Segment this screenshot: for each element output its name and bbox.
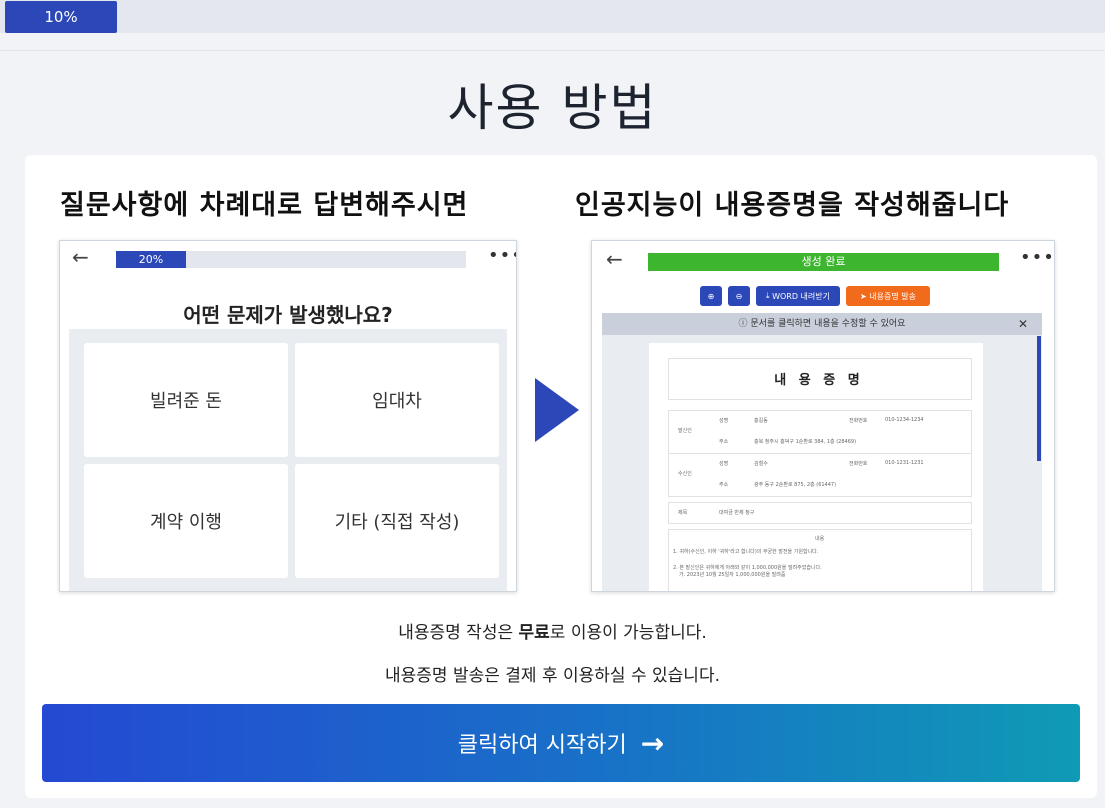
start-button-label: 클릭하여 시작하기 [457, 733, 627, 758]
sender-address: 충북 청주시 흥덕구 1순환로 384, 1층 (28469) [754, 439, 857, 445]
page-title: 사용 방법 [447, 79, 658, 137]
start-button[interactable]: 클릭하여 시작하기 → [42, 704, 1080, 782]
option-card: 계약 이행 [84, 464, 288, 578]
arrow-left-icon: ← [606, 247, 623, 271]
subject-text: 대여금 반제 청구 [719, 510, 755, 516]
word-download-button: ⤓ WORD 내려받기 [756, 286, 840, 306]
phone-label: 전화번호 [849, 418, 868, 424]
free-emphasis: 무료 [518, 623, 550, 643]
doc-title: 내 용 증 명 [774, 372, 864, 388]
edit-notice: ⓘ 문서를 클릭하면 내용을 수정할 수 있어요 [602, 313, 1042, 335]
send-icon: ➤ [860, 291, 870, 301]
close-icon: ✕ [1018, 317, 1029, 331]
question-text: 어떤 문제가 발생했나요? [183, 303, 393, 327]
receiver-box [668, 453, 972, 497]
zoom-in-icon: ⊕ [700, 286, 722, 306]
mini-progress-fill: 20% [116, 251, 186, 268]
option-card: 빌려준 돈 [84, 343, 288, 457]
options-area: 빌려준 돈 임대차 계약 이행 기타 (직접 작성) [69, 329, 507, 591]
zoom-out-icon: ⊖ [728, 286, 750, 306]
option-card: 기타 (직접 작성) [295, 464, 499, 578]
progress-fill: 10% [5, 1, 117, 33]
arrow-left-icon: ← [72, 245, 89, 269]
doc-toolbar: ⊕ ⊖ ⤓ WORD 내려받기 ➤ 내용증명 발송 [700, 286, 930, 306]
sender-label: 발신인 [678, 428, 692, 434]
receiver-name: 김철수 [754, 461, 768, 467]
more-icon: ••• [488, 245, 516, 266]
mini-progress-bar: 20% [116, 251, 466, 268]
name-label: 성명 [719, 461, 729, 467]
content-line: 2. 본 발신인은 귀하에게 아래와 같이 1,000,000원을 빌려주었습니… [673, 565, 822, 571]
top-bar: 10% [0, 0, 1105, 51]
receiver-label: 수신인 [678, 471, 692, 477]
address-label: 주소 [719, 439, 729, 445]
info-line-2: 내용증명 발송은 결제 후 이용하실 수 있습니다. [385, 666, 720, 686]
name-label: 성명 [719, 418, 729, 424]
result-screenshot: ← 생성 완료 ••• ⊕ ⊖ ⤓ WORD 내려받기 ➤ 내용증명 발송 ⓘ … [591, 240, 1055, 592]
info-icon: ⓘ [738, 319, 751, 329]
heading-left: 질문사항에 차례대로 답변해주시면 [60, 190, 469, 221]
play-arrow-icon [535, 378, 579, 442]
content-line: 가. 2023년 10월 25일자 1,000,000원을 빌려줌 [679, 572, 786, 578]
info-line-1: 내용증명 작성은 무료로 이용이 가능합니다. [398, 623, 707, 643]
content-label: 내용 [815, 536, 825, 542]
receiver-address: 광주 동구 2순환로 875, 2층 (61447) [754, 482, 837, 488]
question-screenshot: ← 20% ••• 어떤 문제가 발생했나요? 빌려준 돈 임대차 계약 이행 … [59, 240, 517, 592]
sender-box [668, 410, 972, 454]
send-button: ➤ 내용증명 발송 [846, 286, 930, 306]
sender-phone: 010-1234-1234 [885, 417, 924, 423]
progress-bar: 10% [0, 0, 1105, 33]
document-paper: 내 용 증 명 발신인 성명 홍길동 전화번호 010-1234-1234 주소… [649, 343, 983, 591]
scrollbar [1037, 336, 1041, 461]
more-icon: ••• [1020, 247, 1055, 268]
phone-label: 전화번호 [849, 461, 868, 467]
content-line: 1. 귀하(수신인, 이하 '귀하'라고 합니다)의 무궁한 발전을 기원합니다… [673, 549, 819, 555]
heading-right: 인공지능이 내용증명을 작성해줍니다 [575, 190, 1010, 221]
sender-name: 홍길동 [754, 418, 768, 424]
subject-box [668, 502, 972, 524]
receiver-phone: 010-1231-1231 [885, 460, 924, 466]
subject-label: 제목 [678, 510, 688, 516]
status-bar: 생성 완료 [648, 253, 999, 271]
option-card: 임대차 [295, 343, 499, 457]
address-label: 주소 [719, 482, 729, 488]
arrow-right-icon: → [640, 726, 665, 760]
